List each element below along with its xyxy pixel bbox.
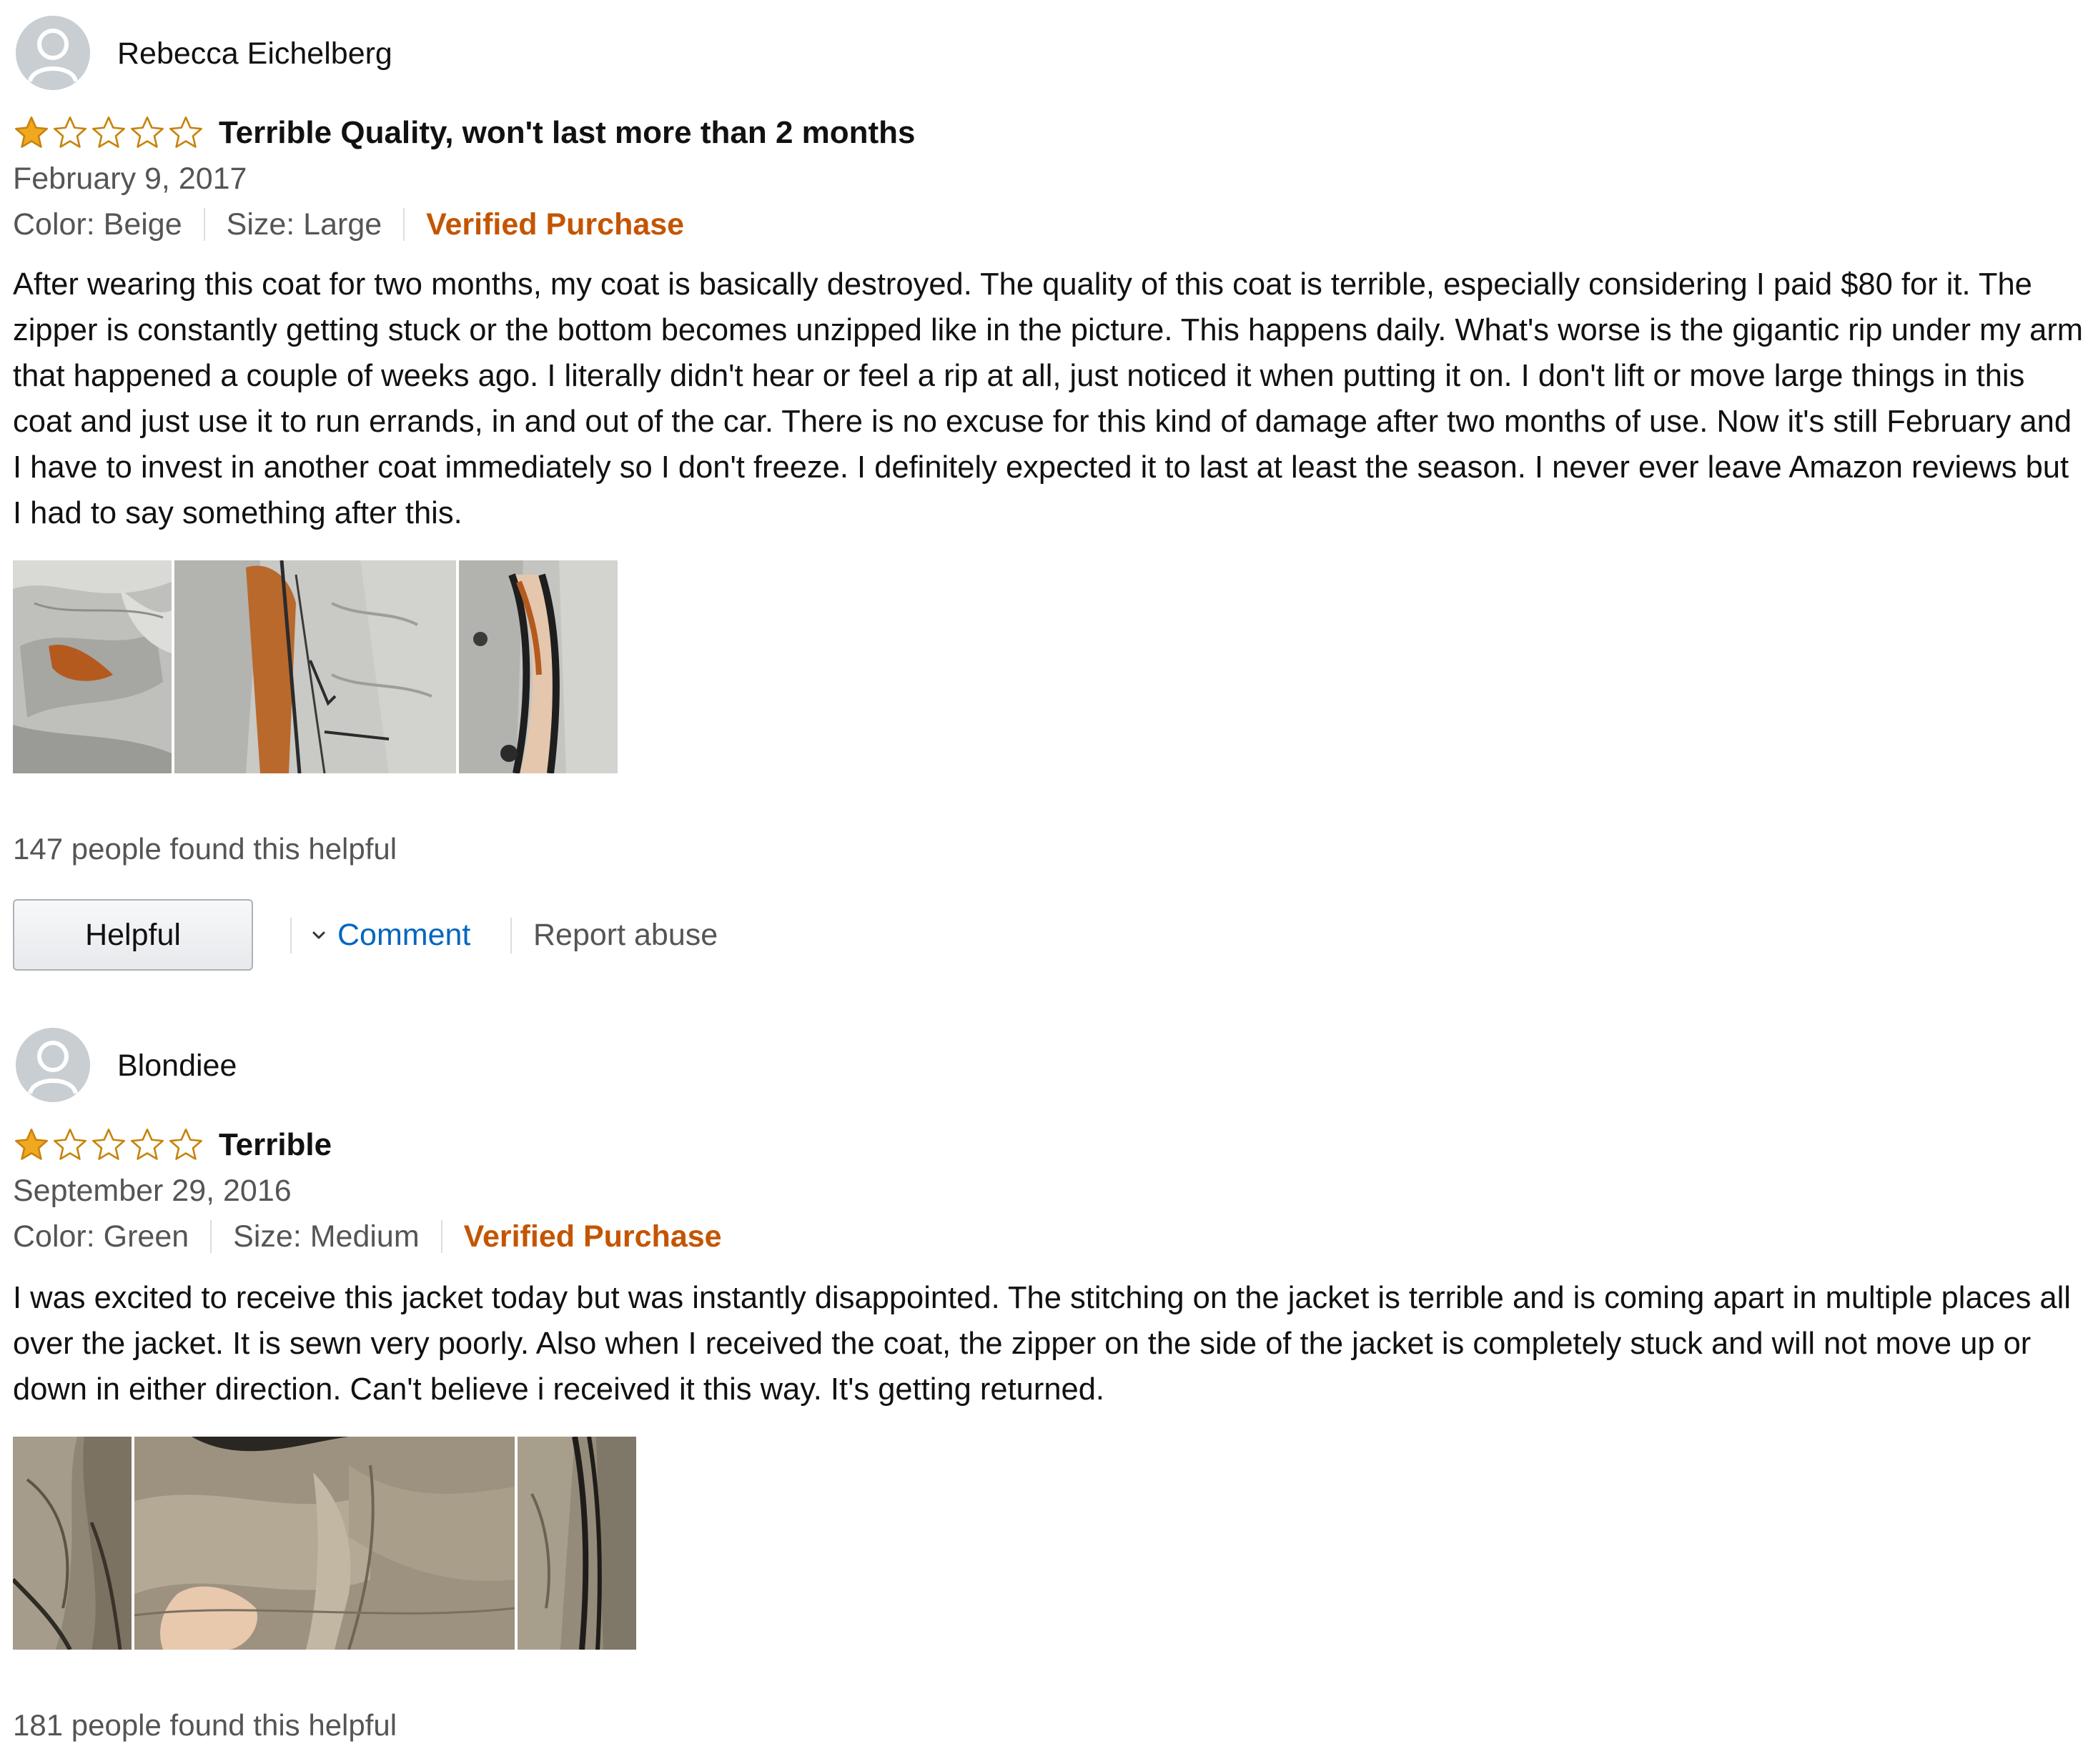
divider bbox=[403, 208, 405, 241]
star-empty-icon bbox=[169, 1129, 202, 1160]
star-rating[interactable] bbox=[13, 114, 204, 154]
helpful-count: 181 people found this helpful bbox=[13, 1708, 397, 1742]
star-filled-icon bbox=[15, 117, 48, 148]
review-body: After wearing this coat for two months, … bbox=[13, 267, 2084, 530]
star-empty-icon bbox=[92, 117, 125, 148]
review-images bbox=[13, 560, 618, 773]
color-variant[interactable]: Color: Green bbox=[13, 1217, 189, 1257]
star-empty-icon bbox=[131, 117, 164, 148]
helpful-button[interactable]: Helpful bbox=[13, 899, 253, 971]
divider bbox=[440, 1220, 442, 1253]
default-user-icon bbox=[16, 16, 90, 90]
report-abuse-link[interactable]: Report abuse bbox=[533, 915, 718, 955]
comment-link[interactable]: Comment bbox=[310, 915, 470, 955]
star-empty-icon bbox=[54, 1129, 86, 1160]
reviewer-profile[interactable]: Blondiee bbox=[0, 1012, 1001, 1102]
size-variant[interactable]: Size: Medium bbox=[233, 1217, 419, 1257]
review-image-zipper[interactable] bbox=[459, 560, 618, 773]
helpful-count: 147 people found this helpful bbox=[13, 832, 397, 866]
star-rating[interactable] bbox=[13, 1126, 204, 1166]
review-image-sleeve[interactable] bbox=[13, 1437, 132, 1650]
reviewer-profile[interactable]: Rebecca Eichelberg bbox=[0, 0, 1001, 90]
default-user-icon bbox=[16, 1028, 90, 1102]
divider bbox=[203, 208, 205, 241]
review-actions: Helpful Comment Report abuse bbox=[13, 899, 799, 973]
review-image-coat-front[interactable] bbox=[174, 560, 456, 773]
review-body: I was excited to receive this jacket tod… bbox=[13, 1281, 2071, 1407]
review-format: Color: Green Size: Medium Verified Purch… bbox=[13, 1217, 722, 1257]
star-empty-icon bbox=[92, 1129, 125, 1160]
divider bbox=[290, 918, 292, 953]
star-empty-icon bbox=[169, 117, 202, 148]
review-image-rip[interactable] bbox=[13, 560, 172, 773]
review-2: Blondiee Terrible September 29, 2016 Col… bbox=[0, 1012, 2093, 1764]
chevron-down-icon bbox=[312, 931, 325, 939]
size-variant[interactable]: Size: Large bbox=[227, 204, 382, 244]
review-date: September 29, 2016 bbox=[13, 1174, 292, 1208]
star-empty-icon bbox=[131, 1129, 164, 1160]
comment-label: Comment bbox=[337, 918, 471, 952]
star-empty-icon bbox=[54, 117, 86, 148]
review-1: Rebecca Eichelberg Terrible Quality, won… bbox=[0, 0, 2093, 986]
review-image-stitching[interactable] bbox=[134, 1437, 515, 1650]
review-format: Color: Beige Size: Large Verified Purcha… bbox=[13, 204, 684, 244]
reviewer-name: Rebecca Eichelberg bbox=[117, 36, 392, 71]
review-images bbox=[13, 1437, 636, 1650]
verified-purchase-badge: Verified Purchase bbox=[426, 207, 685, 242]
divider bbox=[210, 1220, 212, 1253]
review-image-side-zipper[interactable] bbox=[518, 1437, 636, 1650]
reviewer-name: Blondiee bbox=[117, 1049, 237, 1083]
review-date: February 9, 2017 bbox=[13, 162, 247, 196]
divider bbox=[510, 918, 512, 953]
review-title[interactable]: Terrible bbox=[219, 1125, 332, 1165]
star-filled-icon bbox=[15, 1129, 48, 1160]
review-title[interactable]: Terrible Quality, won't last more than 2… bbox=[219, 113, 916, 153]
color-variant[interactable]: Color: Beige bbox=[13, 204, 182, 244]
verified-purchase-badge: Verified Purchase bbox=[463, 1219, 722, 1254]
